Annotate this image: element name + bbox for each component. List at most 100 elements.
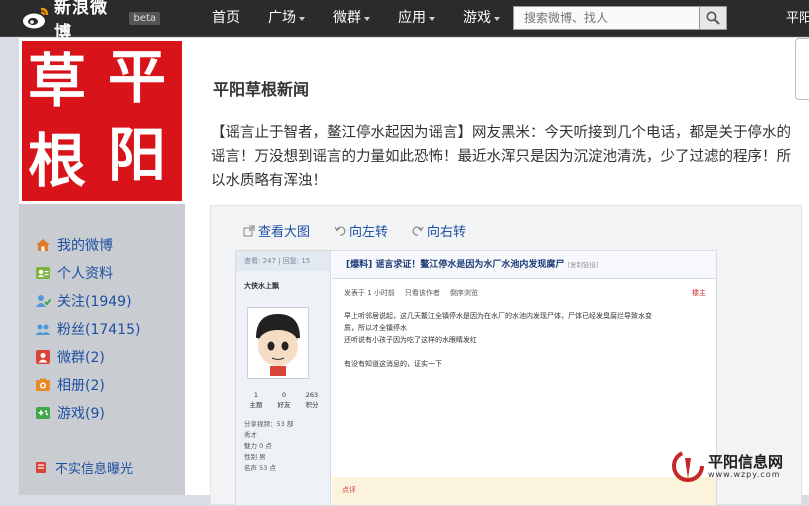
view-large-button[interactable]: 查看大图 [243,221,310,240]
forum-body-line: 质，所以才全镇停水 [344,324,407,332]
sidebar-item-label: 个人资料 [57,266,113,282]
watermark: 平阳信息网 www.wzpy.com [671,449,783,483]
forum-stat: 1 主题 [250,391,263,409]
nav-games[interactable]: 游戏 [449,0,514,37]
main-nav: 首页 广场 微群 应用 游戏 [198,0,514,37]
watermark-name: 平阳信息网 [708,452,784,471]
search-button[interactable] [700,6,727,30]
sidebar-item-groups[interactable]: 微群(2) [35,343,140,371]
forum-detail: 魅力 0 点 [244,442,272,450]
nav-apps-label: 应用 [398,10,426,26]
forum-user-details: 分享视频：53 部 秀才 魅力 0 点 性别 男 名声 53 点 [244,419,293,474]
chevron-down-icon [494,16,500,21]
nav-groups-label: 微群 [333,10,361,26]
seal-char: 草 [28,47,87,115]
forum-stat-label: 主题 [249,401,263,409]
nav-groups[interactable]: 微群 [319,0,384,37]
book-icon [36,462,46,473]
forum-stat: 263 积分 [306,391,319,409]
profile-avatar[interactable]: 草 平 根 阳 [19,38,185,204]
forum-meta-item: 倒序浏览 [449,289,478,297]
rotate-right-button[interactable]: 向右转 [412,221,466,240]
forum-post-title: [爆料] 谣言求证！鳌江停水是因为水厂水池内发现腐尸 [复制链接] [332,251,716,279]
weibo-logo[interactable]: 新浪微博 beta [22,0,160,43]
rotate-right-label: 向右转 [427,225,467,240]
forum-post-panel: [爆料] 谣言求证！鳌江停水是因为水厂水池内发现腐尸 [复制链接] 发表于 1 … [332,251,716,505]
nav-home[interactable]: 首页 [198,0,254,37]
brand-name: 新浪微博 [54,0,108,43]
album-icon [36,378,50,391]
sidebar-item-fans[interactable]: 粉丝(17415) [35,315,140,343]
sidebar-item-label: 微群(2) [57,350,105,366]
forum-stat-value: 1 [253,391,259,399]
rotate-right-icon [412,226,424,236]
forum-floor: 楼主 [692,289,706,297]
forum-stat-value: 0 [281,391,287,399]
nav-home-label: 首页 [212,10,240,26]
sidebar-item-profile[interactable]: 个人资料 [35,259,140,287]
forum-body-line: 早上听邻居说起，这几天鳌江全镇停水是因为在水厂的水池内发现尸体，尸体已经发臭腐烂… [344,312,652,320]
rotate-left-label: 向左转 [349,225,389,240]
sidebar-item-label: 相册(2) [57,378,105,394]
user-name-link[interactable]: 平阳 [786,0,809,37]
external-link-icon [243,225,255,236]
forum-user-stats: 1 主题 0 好友 263 积分 [242,391,326,409]
seal-char: 阳 [108,121,167,189]
post-image[interactable]: 查看: 247 | 回复: 15 大侠水上飘 1 主题 0 好友 263 积分 … [235,250,717,506]
report-link[interactable]: 不实信息曝光 [35,458,133,477]
forum-rank: 秀才 [244,431,257,439]
watermark-text-block: 平阳信息网 www.wzpy.com [708,454,783,479]
chevron-down-icon [429,16,435,21]
forum-stat-label: 积分 [305,401,319,409]
group-icon [36,350,50,364]
sidebar-item-album[interactable]: 相册(2) [35,371,140,399]
forum-post-meta: 发表于 1 小时前 只看该作者 倒序浏览 楼主 [332,279,716,298]
nav-square[interactable]: 广场 [254,0,319,37]
forum-post-footer: 点评 [332,477,716,505]
forum-stat-label: 好友 [277,401,291,409]
chevron-down-icon [299,16,305,21]
side-panel-tab[interactable] [795,38,809,100]
main-content: 平阳草根新闻 【谣言止于智者，鳌江停水起因为谣言】网友黑米：今天听接到几个电话，… [185,38,809,506]
forum-share: 分享视频：53 部 [244,420,294,428]
media-toolbar: 查看大图 向左转 向右转 [243,221,490,240]
left-sidebar: 草 平 根 阳 我的微博 个人资料 关注(1949) 粉丝(17415) 微群(… [19,38,185,495]
cartoon-face-icon [256,314,300,376]
home-icon [36,239,50,251]
forum-user-panel: 查看: 247 | 回复: 15 大侠水上飘 1 主题 0 好友 263 积分 … [236,251,331,505]
nav-square-label: 广场 [268,10,296,26]
forum-body-spacer [344,346,706,358]
rotate-left-button[interactable]: 向左转 [334,221,388,240]
sidebar-item-label: 关注(1949) [57,294,132,310]
view-large-label: 查看大图 [258,225,311,240]
search-input[interactable] [513,6,700,30]
search-icon [706,11,720,25]
forum-post-body: 早上听邻居说起，这几天鳌江全镇停水是因为在水厂的水池内发现尸体，尸体已经发臭腐烂… [332,298,716,370]
nav-apps[interactable]: 应用 [384,0,449,37]
sidebar-item-my-weibo[interactable]: 我的微博 [35,231,140,259]
sidebar-menu: 我的微博 个人资料 关注(1949) 粉丝(17415) 微群(2) 相册(2)… [35,231,140,427]
forum-title-tag: [复制链接] [567,261,599,269]
sidebar-item-follow[interactable]: 关注(1949) [35,287,140,315]
post-text: 【谣言止于智者，鳌江停水起因为谣言】网友黑米：今天听接到几个电话，都是关于停水的… [211,125,791,189]
weibo-eye-icon [22,6,50,30]
sidebar-item-label: 我的微博 [57,238,113,254]
forum-avatar [247,307,309,379]
seal-logo: 草 平 根 阳 [22,41,182,201]
forum-title-text: [爆料] 谣言求证！鳌江停水是因为水厂水池内发现腐尸 [346,260,565,270]
forum-meta-item: 只看该作者 [404,289,440,297]
watermark-logo-icon [672,450,704,482]
seal-char: 根 [28,127,87,195]
seal-char: 平 [108,43,167,111]
follow-icon [36,295,51,307]
page-title: 平阳草根新闻 [213,80,310,99]
forum-username: 大侠水上飘 [244,282,279,290]
beta-badge: beta [129,11,160,25]
sidebar-item-label: 游戏(9) [57,406,105,422]
sidebar-item-games[interactable]: 游戏(9) [35,399,140,427]
top-nav-bar: 新浪微博 beta 首页 广场 微群 应用 游戏 平阳 [0,0,809,43]
forum-body-line: 还听说有小孩子因为吃了这样的水眼睛发红 [344,336,477,344]
forum-stat: 0 好友 [278,391,291,409]
forum-stat-value: 263 [305,391,319,399]
forum-meta-item: 发表于 1 小时前 [344,289,395,297]
